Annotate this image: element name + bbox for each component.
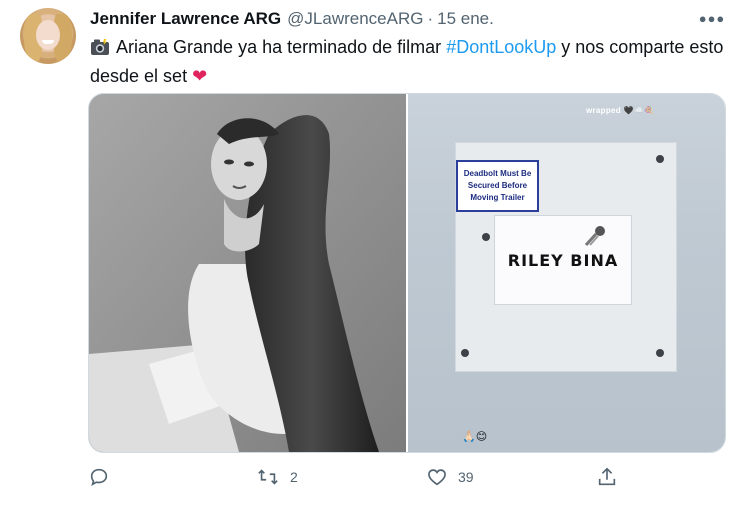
story-tag: wrapped 🖤☁️🍭 <box>586 106 655 115</box>
like-button[interactable]: 39 <box>426 462 474 492</box>
camera-flash-icon <box>90 37 110 63</box>
tweet-text: Ariana Grande ya ha terminado de filmar … <box>90 34 730 89</box>
media-photo-right[interactable]: wrapped 🖤☁️🍭 Deadbolt Must Be Secured Be… <box>408 94 725 452</box>
retweet-icon[interactable] <box>256 466 280 488</box>
tweet[interactable]: Jennifer Lawrence ARG @JLawrenceARG · 15… <box>0 0 740 509</box>
reply-button[interactable] <box>88 462 110 492</box>
heart-emoji: ❤ <box>192 66 208 86</box>
tweet-media[interactable]: wrapped 🖤☁️🍭 Deadbolt Must Be Secured Be… <box>88 93 726 453</box>
door-plate: Deadbolt Must Be Secured Before Moving T… <box>455 142 677 372</box>
sticker-line-1: Deadbolt Must Be <box>463 169 532 178</box>
reply-icon[interactable] <box>88 466 110 488</box>
sticker-line-3: Moving Trailer <box>470 193 525 202</box>
deadbolt-sticker: Deadbolt Must Be Secured Before Moving T… <box>456 160 539 212</box>
retweet-button[interactable]: 2 <box>256 462 298 492</box>
avatar[interactable] <box>20 8 76 64</box>
header-separator: · <box>427 9 434 28</box>
author-name[interactable]: Jennifer Lawrence ARG <box>90 9 281 29</box>
name-sign-text: RILEY BINA <box>507 250 619 270</box>
sticker-line-2: Secured Before <box>467 181 528 190</box>
name-sign: RILEY BINA <box>494 215 632 305</box>
hashtag-link[interactable]: #DontLookUp <box>446 37 556 57</box>
media-photo-left[interactable] <box>89 94 406 452</box>
comet-icon <box>585 226 605 246</box>
tweet-actions: 2 39 <box>88 462 728 492</box>
tweet-date[interactable]: 15 ene. <box>437 9 494 29</box>
author-handle[interactable]: @JLawrenceARG <box>287 9 423 29</box>
retweet-count: 2 <box>290 469 298 485</box>
story-emoji: 🙏🏻😊 <box>462 431 488 443</box>
share-icon[interactable] <box>596 466 618 488</box>
share-button[interactable] <box>596 462 618 492</box>
heart-icon[interactable] <box>426 466 448 488</box>
tweet-header: Jennifer Lawrence ARG @JLawrenceARG · 15… <box>90 9 494 29</box>
tweet-text-part1: Ariana Grande ya ha terminado de filmar <box>116 37 442 57</box>
more-options-icon[interactable]: ●●● <box>698 8 726 28</box>
like-count: 39 <box>458 469 474 485</box>
